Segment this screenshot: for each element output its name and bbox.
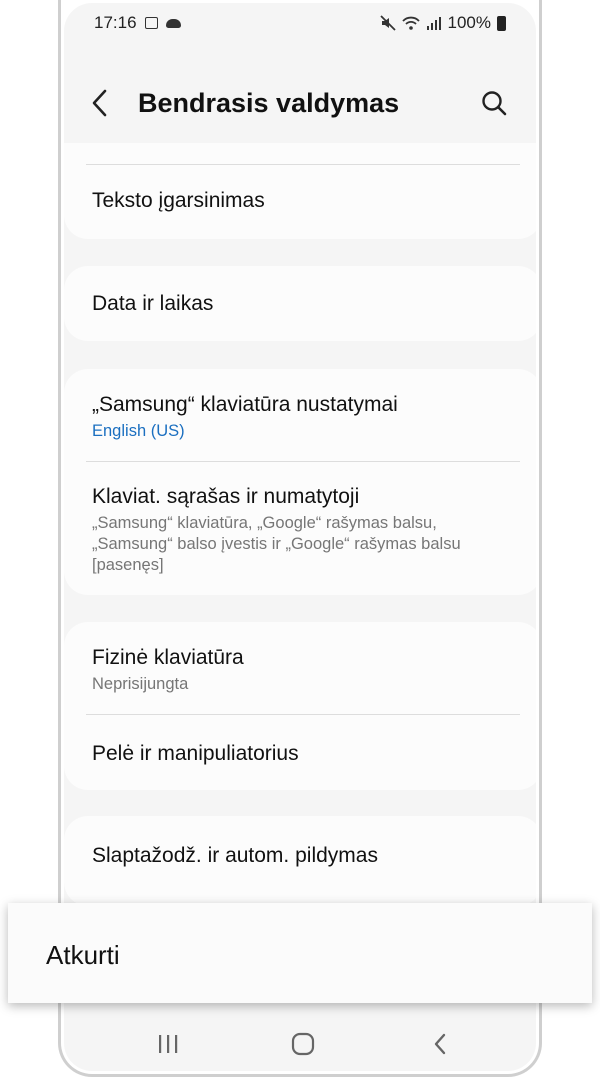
divider xyxy=(86,714,520,715)
home-icon xyxy=(291,1032,315,1056)
item-title: Teksto įgarsinimas xyxy=(92,189,265,212)
list-item-date-time[interactable]: Data ir laikas xyxy=(92,292,520,316)
mute-icon xyxy=(379,15,396,31)
battery-percent: 100% xyxy=(447,13,491,32)
status-bar: 17:16 100% xyxy=(64,3,536,43)
item-subtitle: Neprisijungta xyxy=(92,675,189,693)
card-passwords: Slaptažodž. ir autom. pildymas xyxy=(64,816,536,906)
card-date-time: Data ir laikas xyxy=(64,266,536,341)
battery-icon xyxy=(497,15,506,31)
item-title: „Samsung“ klaviatūra nustatymai xyxy=(92,393,398,416)
list-item-passwords[interactable]: Slaptažodž. ir autom. pildymas xyxy=(92,844,520,868)
item-subtitle-line-2: „Samsung“ balso įvestis ir „Google“ rašy… xyxy=(92,535,461,553)
reset-label: Atkurti xyxy=(46,940,120,970)
list-item-physical-keyboard[interactable]: Fizinė klaviatūra Neprisijungta xyxy=(92,646,520,695)
list-item-text-to-speech[interactable]: Teksto įgarsinimas xyxy=(92,189,520,213)
item-title: Fizinė klaviatūra xyxy=(92,646,244,669)
chevron-left-icon xyxy=(92,89,107,117)
item-subtitle-line-1: „Samsung“ klaviatūra, „Google“ rašymas b… xyxy=(92,514,437,532)
back-arrow-icon xyxy=(434,1033,446,1055)
item-subtitle: English (US) xyxy=(92,422,185,440)
wifi-icon xyxy=(401,16,420,30)
divider xyxy=(86,164,520,165)
card-text-to-speech: Teksto įgarsinimas xyxy=(64,143,536,239)
item-title: Slaptažodž. ir autom. pildymas xyxy=(92,844,378,867)
item-title: Klaviat. sąrašas ir numatytoji xyxy=(92,485,360,508)
home-button[interactable] xyxy=(283,1029,323,1059)
status-time: 17:16 xyxy=(94,13,137,32)
search-button[interactable] xyxy=(464,73,524,133)
page-title: Bendrasis valdymas xyxy=(138,87,400,118)
card-input-devices: Fizinė klaviatūra Neprisijungta Pelė ir … xyxy=(64,622,536,790)
cloud-notification-icon xyxy=(165,18,181,28)
navigation-bar xyxy=(64,1001,536,1071)
back-button[interactable] xyxy=(70,73,130,133)
app-bar: Bendrasis valdymas xyxy=(64,73,536,133)
item-title: Data ir laikas xyxy=(92,292,214,315)
list-item-keyboard-list[interactable]: Klaviat. sąrašas ir numatytoji „Samsung“… xyxy=(92,485,520,576)
reset-popup[interactable]: Atkurti xyxy=(8,903,592,1003)
signal-icon xyxy=(426,17,441,30)
list-item-mouse[interactable]: Pelė ir manipuliatorius xyxy=(92,742,520,766)
item-title: Pelė ir manipuliatorius xyxy=(92,742,299,765)
card-keyboards: „Samsung“ klaviatūra nustatymai English … xyxy=(64,369,536,595)
item-subtitle-line-3: [pasenęs] xyxy=(92,556,164,574)
gallery-notification-icon xyxy=(144,17,158,29)
nav-back-button[interactable] xyxy=(420,1029,460,1059)
divider xyxy=(86,461,520,462)
recent-apps-icon xyxy=(159,1035,178,1053)
list-item-samsung-keyboard[interactable]: „Samsung“ klaviatūra nustatymai English … xyxy=(92,393,520,442)
recent-apps-button[interactable] xyxy=(148,1029,188,1059)
search-icon xyxy=(482,91,507,116)
